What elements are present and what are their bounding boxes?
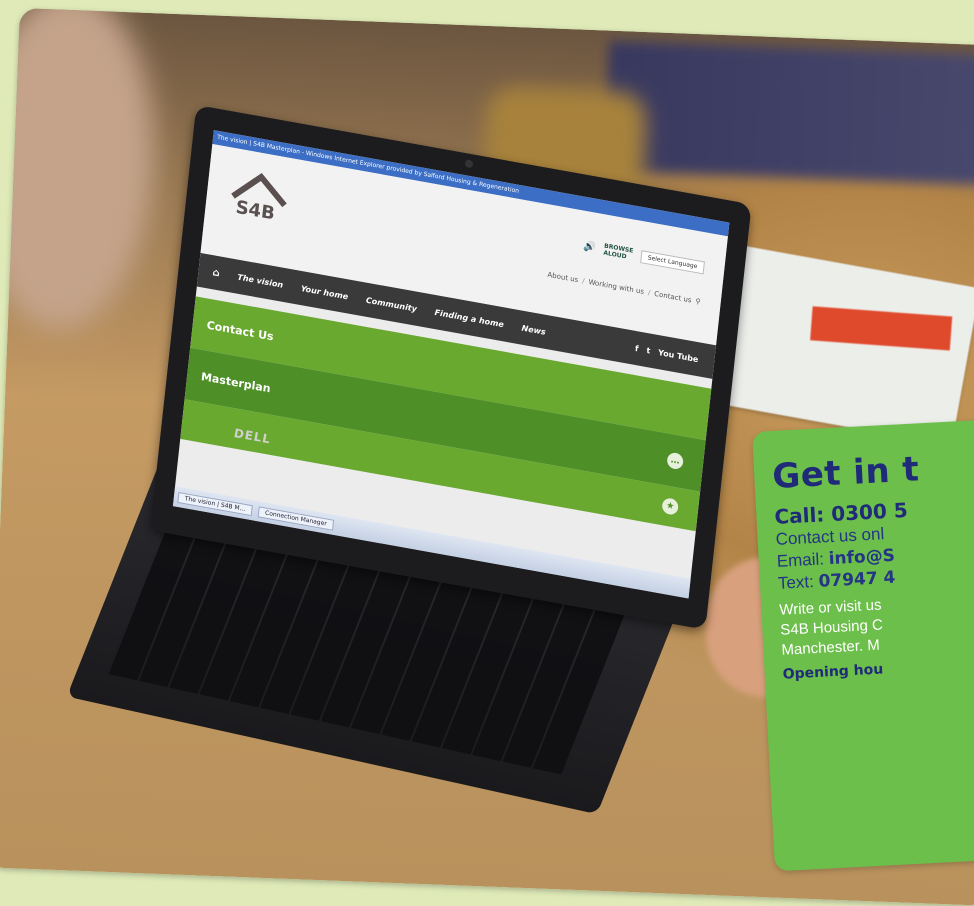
top-links: About us / Working with us / Contact us … bbox=[547, 271, 701, 306]
newspaper bbox=[705, 243, 974, 446]
chat-icon[interactable]: … bbox=[666, 451, 684, 471]
facebook-icon[interactable]: f bbox=[635, 343, 639, 353]
nav-item-finding-a-home[interactable]: Finding a home bbox=[434, 307, 504, 328]
browsealoud-button[interactable]: BROWSE ALOUD bbox=[603, 243, 634, 262]
link-separator: / bbox=[647, 288, 651, 298]
laptop-screen: The vision | S4B Masterplan - Windows In… bbox=[172, 130, 730, 599]
star-icon[interactable]: ★ bbox=[661, 497, 679, 516]
link-about-us[interactable]: About us bbox=[547, 271, 579, 284]
taskbar-item-connection[interactable]: Connection Manager bbox=[257, 505, 335, 531]
contact-box: Get in t Call: 0300 5 Contact us onl Ema… bbox=[752, 416, 974, 872]
webcam-icon bbox=[464, 159, 474, 169]
link-working-with-us[interactable]: Working with us bbox=[588, 278, 644, 296]
twitter-icon[interactable]: t bbox=[646, 345, 651, 355]
contact-title: Get in t bbox=[771, 449, 921, 497]
masterplan-label: Masterplan bbox=[200, 369, 272, 395]
speaker-icon[interactable]: 🔊 bbox=[583, 240, 597, 253]
utility-row: 🔊 BROWSE ALOUD Select Language bbox=[583, 239, 706, 274]
social-links: f t You Tube bbox=[635, 343, 699, 363]
nav-item-community[interactable]: Community bbox=[366, 295, 418, 313]
taskbar-item-browser[interactable]: The vision | S4B M... bbox=[177, 491, 253, 516]
youtube-icon[interactable]: You Tube bbox=[658, 348, 699, 364]
nav-item-vision[interactable]: The vision bbox=[237, 272, 284, 289]
nav-item-news[interactable]: News bbox=[521, 323, 546, 336]
link-contact-us[interactable]: Contact us bbox=[654, 290, 692, 305]
home-icon[interactable]: ⌂ bbox=[212, 267, 220, 279]
search-icon[interactable]: ⚲ bbox=[695, 297, 701, 306]
link-separator: / bbox=[581, 276, 585, 286]
background-window bbox=[604, 40, 974, 187]
nav-item-your-home[interactable]: Your home bbox=[300, 284, 348, 301]
person-head bbox=[0, 8, 161, 334]
contact-us-label: Contact Us bbox=[206, 318, 275, 343]
language-select[interactable]: Select Language bbox=[640, 249, 706, 274]
